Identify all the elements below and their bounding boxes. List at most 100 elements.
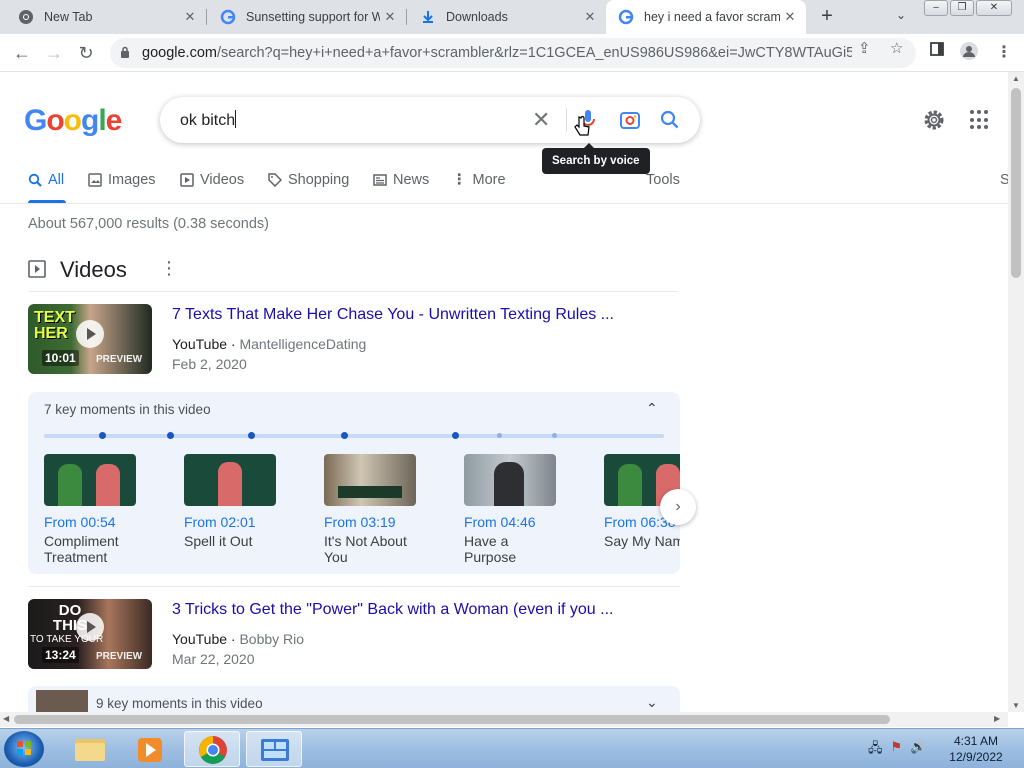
timeline-dot[interactable] bbox=[452, 432, 459, 439]
maximize-button[interactable]: ❐ bbox=[950, 0, 974, 16]
key-moments-panel: 7 key moments in this video ⌃ From 00:54… bbox=[28, 392, 680, 574]
network-icon[interactable]: 🖧 bbox=[868, 739, 883, 761]
video-date: Mar 22, 2020 bbox=[172, 651, 255, 667]
scroll-right-arrow-icon[interactable]: ▶ bbox=[994, 714, 1000, 723]
tab-search-chevron-icon[interactable]: ⌄ bbox=[896, 8, 906, 22]
tab-active-search[interactable]: hey i need a favor scramb ✕ bbox=[606, 0, 806, 34]
timeline-dot[interactable] bbox=[167, 432, 174, 439]
action-center-flag-icon[interactable]: ⚑ bbox=[891, 739, 903, 761]
tools-button[interactable]: Tools bbox=[646, 172, 680, 188]
moment-timestamp[interactable]: From 02:01 bbox=[184, 514, 314, 530]
side-panel-icon[interactable] bbox=[930, 42, 944, 61]
tab-new-tab[interactable]: New Tab ✕ bbox=[0, 0, 206, 34]
moment-timestamp[interactable]: From 03:19 bbox=[324, 514, 454, 530]
search-box[interactable]: ok bitch ✕ bbox=[160, 97, 700, 143]
expand-chevron-icon[interactable]: ⌄ bbox=[646, 694, 658, 711]
volume-icon[interactable]: 🔊 bbox=[910, 739, 926, 761]
new-tab-button[interactable]: + bbox=[816, 5, 838, 27]
close-window-button[interactable]: ✕ bbox=[976, 0, 1012, 16]
google-g-icon bbox=[618, 9, 634, 25]
timeline-dot[interactable] bbox=[497, 433, 502, 438]
start-button[interactable] bbox=[4, 731, 44, 767]
close-tab-icon[interactable]: ✕ bbox=[780, 9, 800, 25]
key-moment[interactable]: From 00:54 Compliment Treatment bbox=[44, 454, 174, 565]
timeline-dot[interactable] bbox=[99, 432, 106, 439]
scroll-up-arrow-icon[interactable]: ▲ bbox=[1012, 74, 1020, 83]
tab-shopping[interactable]: Shopping bbox=[268, 172, 349, 188]
video-result[interactable]: TEXT HER 10:01 PREVIEW 7 Texts That Make… bbox=[28, 304, 678, 384]
close-tab-icon[interactable]: ✕ bbox=[380, 9, 400, 25]
chrome-icon bbox=[18, 9, 34, 25]
video-thumbnail[interactable]: DO THIS TO TAKE YOUR 13:24 PREVIEW bbox=[28, 599, 152, 669]
tab-images[interactable]: Images bbox=[88, 172, 156, 188]
scrollbar-thumb[interactable] bbox=[1011, 88, 1021, 278]
tab-title: hey i need a favor scramb bbox=[644, 10, 780, 24]
file-explorer-taskbar-icon[interactable] bbox=[62, 731, 118, 767]
video-title-link[interactable]: 3 Tricks to Get the "Power" Back with a … bbox=[172, 601, 613, 619]
key-moment[interactable]: From 04:46 Have a Purpose bbox=[464, 454, 594, 565]
google-apps-icon[interactable] bbox=[970, 110, 990, 130]
reload-icon[interactable]: ↻ bbox=[74, 41, 98, 65]
collapse-chevron-icon[interactable]: ⌃ bbox=[646, 400, 658, 417]
search-icon[interactable] bbox=[658, 108, 682, 132]
share-icon[interactable]: ⇪ bbox=[858, 39, 871, 57]
taskbar-clock[interactable]: 4:31 AM 12/9/2022 bbox=[936, 733, 1016, 765]
moment-label: Have a Purpose bbox=[464, 533, 517, 565]
timeline-dot[interactable] bbox=[552, 433, 557, 438]
url-text[interactable]: google.com/search?q=hey+i+need+a+favor+s… bbox=[142, 45, 852, 61]
tab-videos[interactable]: Videos bbox=[180, 172, 244, 188]
moments-timeline[interactable] bbox=[44, 432, 664, 439]
search-input[interactable]: ok bitch bbox=[180, 110, 237, 130]
key-moment[interactable]: From 02:01 Spell it Out bbox=[184, 454, 314, 549]
timeline-dot[interactable] bbox=[248, 432, 255, 439]
video-duration: 10:01 bbox=[42, 350, 79, 366]
key-moment[interactable]: From 03:19 It's Not About You bbox=[324, 454, 454, 565]
tab-all[interactable]: All bbox=[28, 172, 64, 188]
google-g-icon bbox=[220, 9, 236, 25]
horizontal-scrollbar[interactable]: ◀ ▶ bbox=[0, 712, 1008, 727]
more-options-icon[interactable]: ⋮ bbox=[160, 258, 178, 279]
chrome-taskbar-icon[interactable] bbox=[184, 731, 240, 767]
scrollbar-thumb[interactable] bbox=[14, 715, 890, 724]
thumb-text: TEXT HER bbox=[34, 309, 75, 342]
clear-search-icon[interactable]: ✕ bbox=[532, 107, 550, 133]
video-result[interactable]: DO THIS TO TAKE YOUR 13:24 PREVIEW 3 Tri… bbox=[28, 599, 678, 679]
google-logo[interactable]: Google bbox=[24, 104, 122, 138]
video-platform: YouTube bbox=[172, 336, 228, 352]
camera-lens-icon[interactable] bbox=[618, 108, 642, 132]
timeline-dot[interactable] bbox=[341, 432, 348, 439]
moment-timestamp[interactable]: From 04:46 bbox=[464, 514, 594, 530]
key-moments-heading[interactable]: 9 key moments in this video bbox=[96, 696, 263, 711]
scroll-left-arrow-icon[interactable]: ◀ bbox=[3, 714, 9, 723]
chrome-menu-icon[interactable]: ⋮ bbox=[996, 42, 1012, 62]
logo-letter: o bbox=[46, 104, 64, 137]
media-player-taskbar-icon[interactable] bbox=[122, 731, 178, 767]
key-moments-heading[interactable]: 7 key moments in this video bbox=[44, 402, 211, 417]
control-panel-taskbar-icon[interactable] bbox=[246, 731, 302, 767]
tab-sunsetting[interactable]: Sunsetting support for W ✕ bbox=[206, 0, 406, 34]
close-tab-icon[interactable]: ✕ bbox=[180, 9, 200, 25]
address-bar[interactable]: google.com/search?q=hey+i+need+a+favor+s… bbox=[110, 38, 916, 68]
moment-thumbnail[interactable] bbox=[184, 454, 276, 506]
tab-news[interactable]: News bbox=[373, 172, 429, 188]
scroll-down-arrow-icon[interactable]: ▼ bbox=[1012, 701, 1020, 710]
tab-title: New Tab bbox=[44, 10, 93, 24]
moment-thumbnail[interactable] bbox=[324, 454, 416, 506]
close-tab-icon[interactable]: ✕ bbox=[580, 9, 600, 25]
profile-avatar-icon[interactable] bbox=[960, 42, 978, 65]
tab-images-label: Images bbox=[108, 172, 156, 188]
minimize-button[interactable]: – bbox=[924, 0, 948, 16]
moment-thumbnail[interactable] bbox=[464, 454, 556, 506]
tab-more[interactable]: ⋮ More bbox=[452, 172, 506, 188]
forward-arrow-icon[interactable]: → bbox=[42, 41, 66, 65]
moment-thumbnail[interactable] bbox=[44, 454, 136, 506]
vertical-scrollbar[interactable]: ▲ ▼ bbox=[1008, 72, 1024, 712]
video-thumbnail[interactable]: TEXT HER 10:01 PREVIEW bbox=[28, 304, 152, 374]
settings-gear-icon[interactable] bbox=[922, 108, 946, 137]
tab-downloads[interactable]: Downloads ✕ bbox=[406, 0, 606, 34]
bookmark-star-icon[interactable]: ☆ bbox=[890, 39, 903, 57]
next-moments-arrow-icon[interactable]: › bbox=[660, 489, 696, 525]
moment-timestamp[interactable]: From 00:54 bbox=[44, 514, 174, 530]
back-arrow-icon[interactable]: ← bbox=[10, 41, 34, 65]
video-title-link[interactable]: 7 Texts That Make Her Chase You - Unwrit… bbox=[172, 306, 614, 324]
